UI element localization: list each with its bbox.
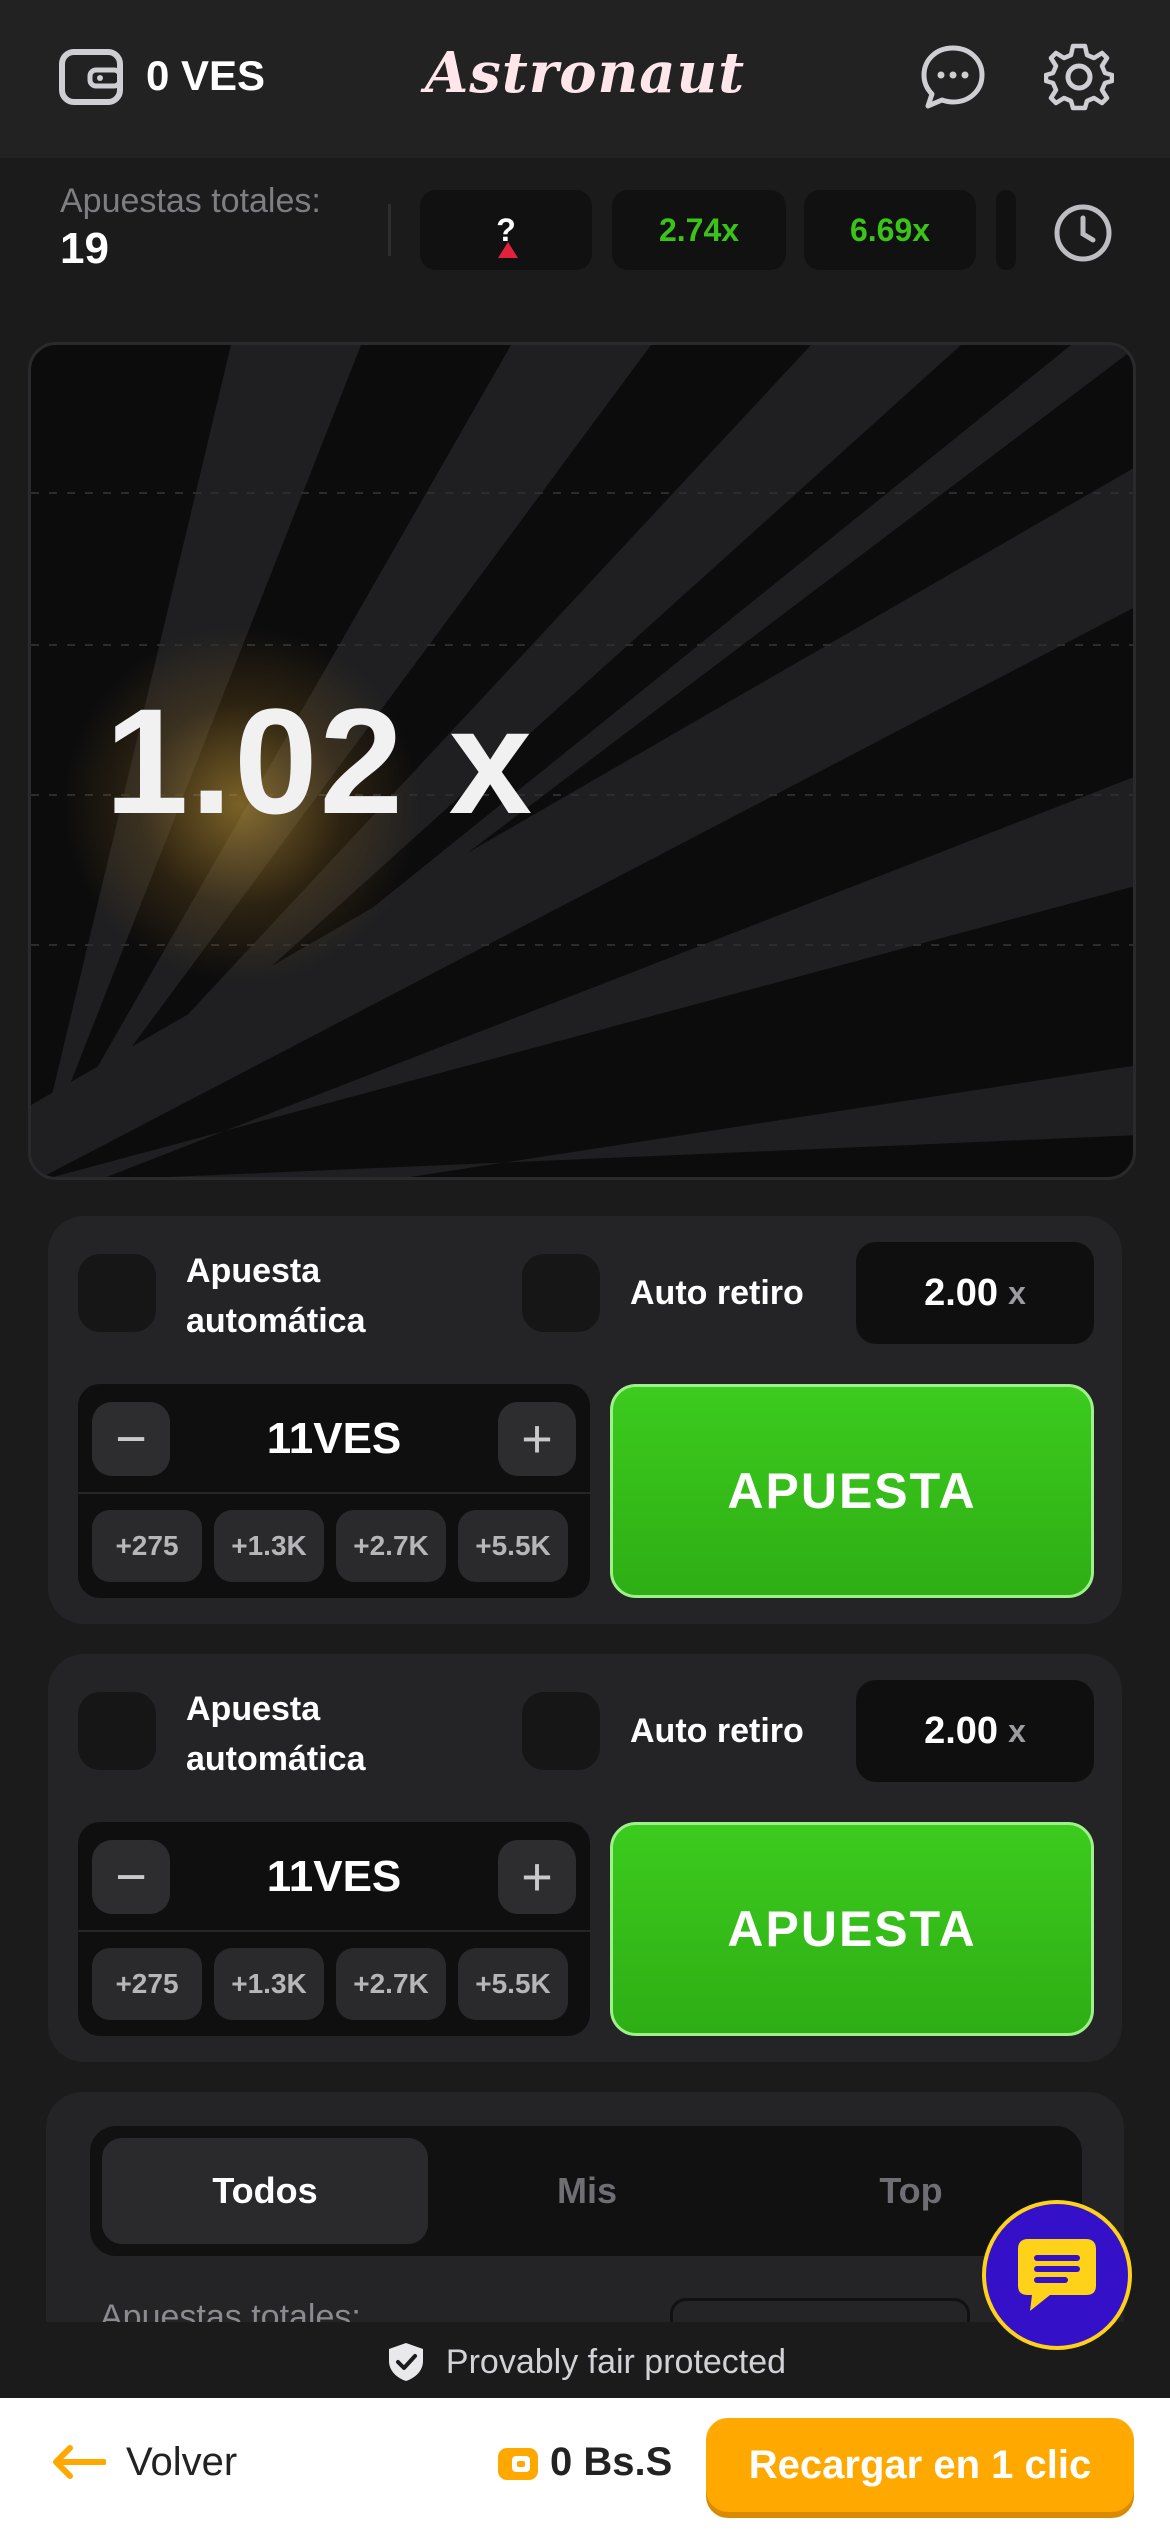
coin-icon [498, 2448, 538, 2480]
total-bets-label: Apuestas totales: [60, 182, 321, 220]
place-bet-button[interactable]: APUESTA [610, 1822, 1094, 2036]
auto-cashout-label: Auto retiro [630, 1274, 804, 1312]
divider [78, 1930, 590, 1932]
chat-icon[interactable] [918, 42, 988, 112]
auto-cashout-label: Auto retiro [630, 1712, 804, 1750]
support-chat-icon [1018, 2239, 1096, 2311]
bets-tabs: Todos Mis Top [90, 2126, 1082, 2256]
support-chat-button[interactable] [982, 2200, 1132, 2350]
auto-cashout-suffix: x [1008, 1712, 1026, 1749]
history-chip-label: 6.69x [849, 211, 931, 248]
auto-bet-checkbox[interactable] [78, 1254, 156, 1332]
current-multiplier: 1.02 x [105, 677, 535, 845]
back-button[interactable]: Volver [126, 2440, 237, 2485]
auto-cashout-input[interactable]: 2.00 x [856, 1242, 1094, 1344]
quick-stake-button[interactable]: +5.5K [458, 1948, 568, 2020]
increase-stake-button[interactable]: + [498, 1840, 576, 1914]
gear-icon[interactable] [1044, 42, 1114, 112]
quick-stake-button[interactable]: +1.3K [214, 1948, 324, 2020]
decrease-stake-button[interactable]: − [92, 1840, 170, 1914]
clock-icon[interactable] [1052, 202, 1114, 264]
tab-todos[interactable]: Todos [102, 2138, 428, 2244]
bet-panel-2: Apuesta automática Auto retiro 2.00 x − … [48, 1654, 1122, 2062]
divider [388, 204, 391, 256]
app-logo: Astronaut [424, 40, 746, 106]
quick-stake-button[interactable]: +1.3K [214, 1510, 324, 1582]
history-chip-current[interactable]: ? [420, 190, 592, 270]
auto-cashout-value: 2.00 [924, 1271, 999, 1314]
auto-cashout-suffix: x [1008, 1274, 1026, 1311]
total-bets-value: 19 [60, 224, 109, 273]
stake-amount[interactable]: 11VES [178, 1852, 490, 1902]
quick-stake-button[interactable]: +2.7K [336, 1510, 446, 1582]
shield-icon [388, 2343, 423, 2381]
auto-bet-label: Apuesta automática [186, 1252, 366, 1340]
divider [78, 1492, 590, 1494]
auto-bet-checkbox[interactable] [78, 1692, 156, 1770]
bottom-bar: Volver 0 Bs.S Recargar en 1 clic [0, 2398, 1170, 2532]
stake-amount[interactable]: 11VES [178, 1414, 490, 1464]
auto-cashout-checkbox[interactable] [522, 1692, 600, 1770]
provably-fair-notice[interactable]: Provably fair protected [0, 2340, 1170, 2384]
back-arrow-icon[interactable] [50, 2442, 106, 2482]
tab-mis[interactable]: Mis [424, 2138, 750, 2244]
top-bar: 0 VES Astronaut [0, 0, 1170, 158]
stake-control: − 11VES + +275 +1.3K +2.7K +5.5K [78, 1822, 590, 2036]
quick-stake-button[interactable]: +2.7K [336, 1948, 446, 2020]
recharge-button[interactable]: Recargar en 1 clic [706, 2418, 1134, 2512]
current-round-indicator [498, 242, 518, 258]
history-chip[interactable]: 6.69x [804, 190, 976, 270]
decrease-stake-button[interactable]: − [92, 1402, 170, 1476]
account-balance: 0 Bs.S [550, 2440, 673, 2484]
game-canvas: 1.02 x [28, 342, 1136, 1180]
auto-cashout-value: 2.00 [924, 1709, 999, 1752]
history-chip-label: 2.74x [658, 211, 740, 248]
quick-stake-button[interactable]: +275 [92, 1948, 202, 2020]
auto-cashout-input[interactable]: 2.00 x [856, 1680, 1094, 1782]
auto-bet-label: Apuesta automática [186, 1690, 366, 1778]
quick-stake-button[interactable]: +5.5K [458, 1510, 568, 1582]
bet-panel-1: Apuesta automática Auto retiro 2.00 x − … [48, 1216, 1122, 1624]
round-history: Apuestas totales: 19 ? 2.74x 6.69x [0, 158, 1170, 308]
stake-control: − 11VES + +275 +1.3K +2.7K +5.5K [78, 1384, 590, 1598]
increase-stake-button[interactable]: + [498, 1402, 576, 1476]
history-chip[interactable]: 2.74x [612, 190, 786, 270]
quick-stake-button[interactable]: +275 [92, 1510, 202, 1582]
auto-cashout-checkbox[interactable] [522, 1254, 600, 1332]
history-chip-partial [996, 190, 1016, 270]
place-bet-button[interactable]: APUESTA [610, 1384, 1094, 1598]
provably-fair-text: Provably fair protected [445, 2342, 787, 2381]
